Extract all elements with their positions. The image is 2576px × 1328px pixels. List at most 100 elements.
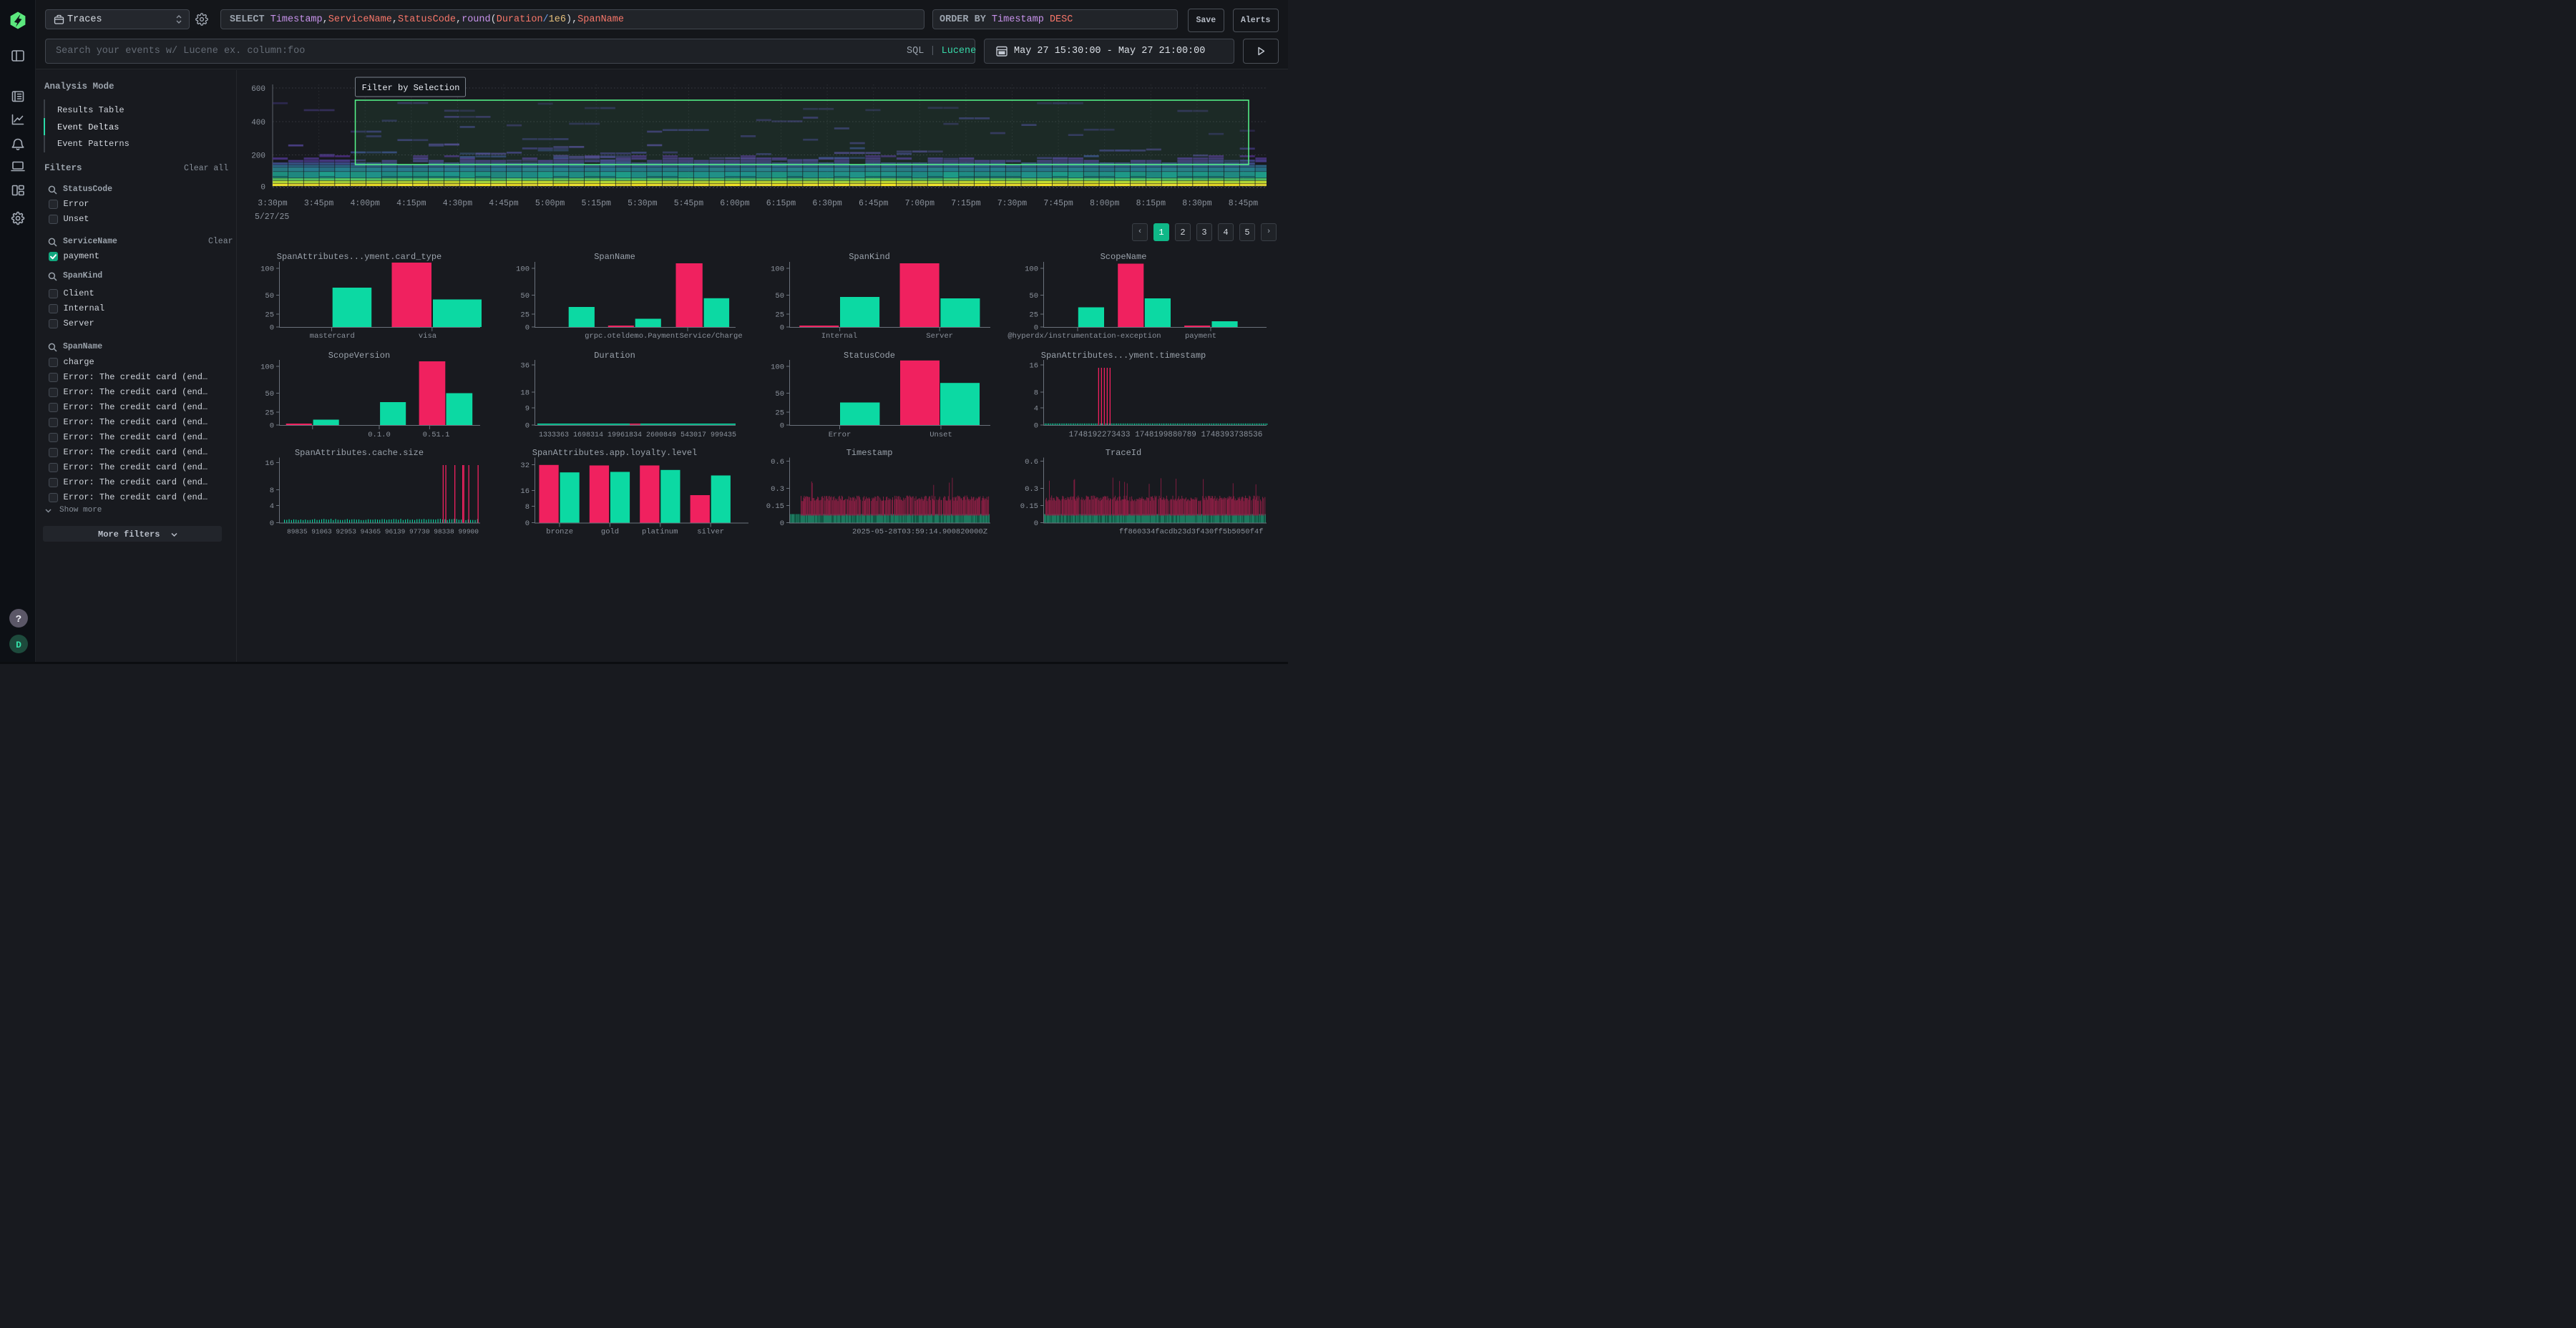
svg-text:8: 8 — [270, 487, 274, 495]
svg-text:SpanKind: SpanKind — [849, 252, 890, 262]
svg-text:8:45pm: 8:45pm — [1229, 199, 1259, 208]
svg-text:25: 25 — [775, 409, 784, 418]
svg-text:Internal: Internal — [821, 332, 857, 341]
svg-text:3:45pm: 3:45pm — [304, 199, 334, 208]
svg-text:4:00pm: 4:00pm — [350, 199, 380, 208]
svg-text:mastercard: mastercard — [310, 332, 355, 341]
svg-text:0.15: 0.15 — [766, 502, 784, 511]
svg-text:?: ? — [16, 614, 21, 625]
svg-text:0: 0 — [1034, 422, 1038, 431]
svg-text:5:30pm: 5:30pm — [628, 199, 658, 208]
svg-text:100: 100 — [1025, 265, 1038, 274]
svg-text:3:30pm: 3:30pm — [258, 199, 288, 208]
svg-text:7:15pm: 7:15pm — [951, 199, 981, 208]
svg-text:Timestamp: Timestamp — [847, 448, 893, 458]
svg-text:4:45pm: 4:45pm — [489, 199, 519, 208]
svg-text:25: 25 — [520, 311, 530, 320]
svg-text:6:45pm: 6:45pm — [859, 199, 889, 208]
svg-text:16: 16 — [1029, 362, 1038, 371]
svg-text:0: 0 — [780, 519, 784, 528]
svg-text:platinum: platinum — [642, 528, 678, 537]
svg-text:grpc.oteldemo.PaymentService/C: grpc.oteldemo.PaymentService/Charge — [585, 332, 743, 341]
svg-text:6:30pm: 6:30pm — [812, 199, 842, 208]
svg-text:SpanAttributes...yment.card_ty: SpanAttributes...yment.card_type — [277, 252, 441, 262]
svg-text:50: 50 — [265, 390, 274, 399]
svg-text:0.6: 0.6 — [771, 458, 784, 467]
svg-text:25: 25 — [775, 311, 784, 320]
svg-text:4:15pm: 4:15pm — [396, 199, 426, 208]
svg-text:6:15pm: 6:15pm — [766, 199, 796, 208]
svg-text:0: 0 — [270, 324, 274, 333]
svg-text:50: 50 — [265, 292, 274, 301]
svg-text:Duration: Duration — [594, 351, 635, 361]
svg-text:5:00pm: 5:00pm — [535, 199, 565, 208]
svg-text:89835 91063 92953 94365 96139: 89835 91063 92953 94365 96139 97730 9833… — [287, 528, 479, 536]
svg-text:1333363 1698314 19961834 26008: 1333363 1698314 19961834 2600849 543017 … — [539, 431, 736, 439]
svg-text:0.1.0: 0.1.0 — [368, 431, 391, 439]
svg-text:9: 9 — [525, 405, 530, 414]
svg-text:8:00pm: 8:00pm — [1090, 199, 1120, 208]
svg-text:0: 0 — [525, 324, 530, 333]
svg-text:25: 25 — [1029, 311, 1038, 320]
svg-text:ScopeName: ScopeName — [1101, 252, 1147, 262]
svg-text:Error: Error — [829, 431, 852, 439]
svg-text:payment: payment — [1185, 332, 1216, 341]
svg-text:0.15: 0.15 — [1020, 502, 1038, 511]
svg-text:7:45pm: 7:45pm — [1043, 199, 1073, 208]
svg-text:D: D — [16, 640, 21, 650]
svg-text:0: 0 — [525, 422, 530, 431]
svg-text:0.3: 0.3 — [1025, 485, 1038, 494]
svg-text:SpanAttributes.app.loyalty.lev: SpanAttributes.app.loyalty.level — [532, 448, 697, 458]
svg-text:0: 0 — [1034, 519, 1038, 528]
svg-text:100: 100 — [260, 265, 274, 274]
svg-text:6:00pm: 6:00pm — [720, 199, 750, 208]
svg-text:0.3: 0.3 — [771, 485, 784, 494]
svg-text:TraceId: TraceId — [1106, 448, 1141, 458]
svg-text:4: 4 — [270, 502, 274, 511]
svg-text:8: 8 — [525, 503, 530, 512]
svg-text:100: 100 — [771, 363, 784, 372]
svg-text:7:30pm: 7:30pm — [997, 199, 1028, 208]
svg-text:bronze: bronze — [546, 528, 573, 537]
svg-text:4: 4 — [1034, 405, 1038, 414]
svg-text:8:30pm: 8:30pm — [1182, 199, 1212, 208]
svg-text:8:15pm: 8:15pm — [1136, 199, 1166, 208]
svg-text:50: 50 — [1029, 292, 1038, 301]
svg-text:4:30pm: 4:30pm — [443, 199, 473, 208]
svg-text:7:00pm: 7:00pm — [905, 199, 935, 208]
svg-text:200: 200 — [251, 152, 265, 161]
svg-text:gold: gold — [601, 528, 619, 537]
svg-text:0: 0 — [780, 324, 784, 333]
svg-text:Unset: Unset — [930, 431, 952, 439]
svg-text:visa: visa — [419, 332, 436, 341]
svg-text:silver: silver — [697, 528, 724, 537]
svg-text:SpanAttributes.cache.size: SpanAttributes.cache.size — [295, 448, 424, 458]
svg-text:50: 50 — [775, 390, 784, 399]
svg-text:1748192273433 1748199880789 17: 1748192273433 1748199880789 174839373853… — [1069, 431, 1263, 439]
svg-text:2025-05-28T03:59:14.900820000Z: 2025-05-28T03:59:14.900820000Z — [852, 528, 987, 537]
svg-text:StatusCode: StatusCode — [844, 351, 895, 361]
svg-text:8: 8 — [1034, 389, 1038, 398]
svg-text:32: 32 — [520, 462, 530, 470]
svg-text:ScopeVersion: ScopeVersion — [328, 351, 390, 361]
svg-text:SpanName: SpanName — [594, 252, 635, 262]
svg-text:100: 100 — [516, 265, 530, 274]
svg-text:25: 25 — [265, 409, 274, 418]
svg-text:Server: Server — [926, 332, 953, 341]
svg-text:Filter by Selection: Filter by Selection — [362, 83, 460, 93]
svg-text:50: 50 — [775, 292, 784, 301]
svg-text:@hyperdx/instrumentation-excep: @hyperdx/instrumentation-exception — [1008, 332, 1161, 341]
svg-text:100: 100 — [771, 265, 784, 274]
svg-text:0: 0 — [780, 422, 784, 431]
svg-text:16: 16 — [265, 459, 274, 468]
svg-text:50: 50 — [520, 292, 530, 301]
svg-text:5:15pm: 5:15pm — [581, 199, 611, 208]
svg-text:400: 400 — [251, 119, 265, 127]
svg-text:100: 100 — [260, 363, 274, 372]
svg-text:600: 600 — [251, 85, 265, 94]
svg-text:0: 0 — [525, 519, 530, 528]
svg-text:36: 36 — [520, 362, 530, 371]
svg-text:0.6: 0.6 — [1025, 458, 1038, 467]
svg-text:0: 0 — [1034, 324, 1038, 333]
svg-text:5:45pm: 5:45pm — [674, 199, 704, 208]
